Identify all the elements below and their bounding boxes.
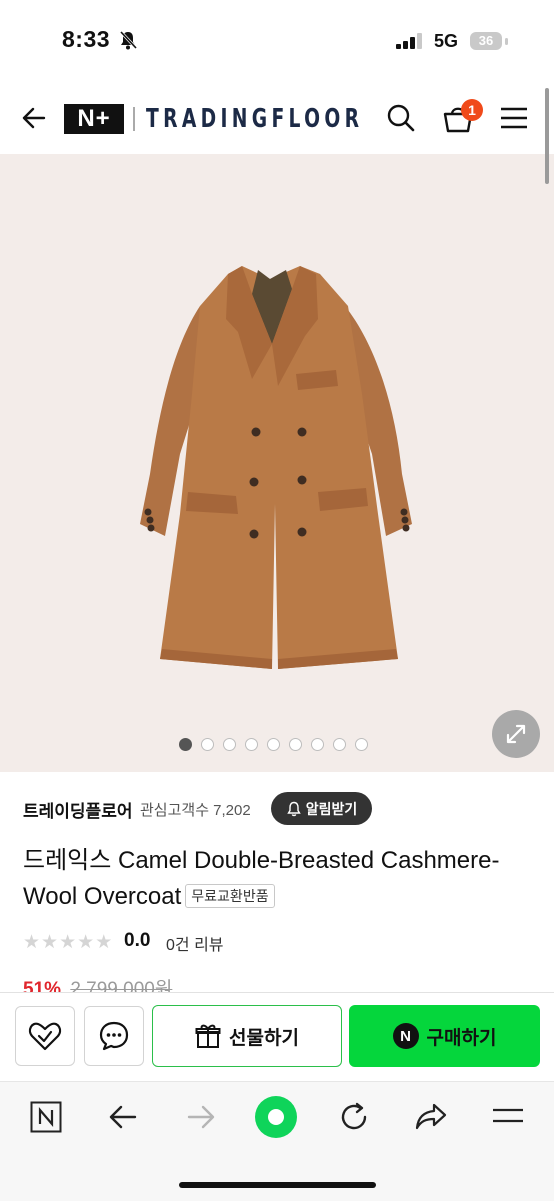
- coat-image: [140, 266, 412, 669]
- notify-label: 알림받기: [305, 800, 358, 817]
- naver-home-icon[interactable]: [30, 1101, 62, 1133]
- gallery-dot[interactable]: [289, 738, 302, 751]
- notify-button[interactable]: 알림받기: [271, 792, 372, 825]
- chat-bubble-icon: [99, 1021, 129, 1051]
- status-time: 8:33: [62, 26, 111, 52]
- star-icon: ★: [95, 932, 113, 953]
- buy-button[interactable]: N 구매하기: [349, 1005, 540, 1067]
- inquiry-button[interactable]: [84, 1006, 144, 1066]
- scrollbar-thumb[interactable]: [545, 88, 549, 184]
- buy-label: 구매하기: [426, 1027, 497, 1049]
- home-indicator[interactable]: [179, 1182, 376, 1188]
- star-icon: ★: [77, 932, 95, 953]
- store-name[interactable]: 트레이딩플로어: [23, 797, 132, 822]
- rating-value: 0.0: [124, 930, 151, 951]
- gallery-dot[interactable]: [201, 738, 214, 751]
- expand-arrows-icon: [506, 724, 526, 744]
- gift-icon: [195, 1024, 221, 1048]
- naver-green-dot-icon[interactable]: [255, 1096, 297, 1138]
- battery-level: 36: [478, 33, 494, 48]
- review-count[interactable]: 0건 리뷰: [166, 931, 224, 955]
- gift-label: 선물하기: [229, 1027, 299, 1049]
- refresh-icon[interactable]: [338, 1101, 370, 1133]
- gallery-dot[interactable]: [179, 738, 192, 751]
- browser-back-icon[interactable]: [108, 1103, 138, 1131]
- network-type: 5G: [434, 31, 459, 51]
- gallery-dot[interactable]: [333, 738, 346, 751]
- battery-tip: [505, 38, 508, 45]
- store-logo-text[interactable]: TRADINGFLOOR: [146, 104, 363, 134]
- search-icon[interactable]: [386, 103, 416, 133]
- browser-menu-icon[interactable]: [492, 1106, 524, 1128]
- expand-image-button[interactable]: [492, 710, 540, 758]
- gallery-dot[interactable]: [245, 738, 258, 751]
- browser-forward-icon[interactable]: [186, 1103, 216, 1131]
- star-icon: ★: [23, 932, 41, 953]
- gallery-dot[interactable]: [267, 738, 280, 751]
- gift-button[interactable]: 선물하기: [152, 1005, 342, 1067]
- product-image-gallery[interactable]: [0, 154, 554, 772]
- store-followers: 관심고객수 7,202: [140, 802, 251, 819]
- star-icon: ★: [41, 932, 59, 953]
- signal-icon: [396, 33, 422, 49]
- wishlist-button[interactable]: [15, 1006, 75, 1066]
- gallery-dot[interactable]: [223, 738, 236, 751]
- battery-icon: 36: [470, 32, 502, 50]
- cart-count-badge: 1: [461, 99, 483, 121]
- share-icon[interactable]: [414, 1102, 448, 1132]
- free-return-tag: 무료교환반품: [185, 884, 275, 908]
- gallery-pagination[interactable]: [179, 738, 368, 751]
- menu-icon[interactable]: [500, 106, 528, 130]
- naver-pay-badge: N: [392, 1023, 419, 1049]
- bell-muted-icon: [119, 30, 138, 50]
- rating-stars: ★ ★ ★ ★ ★: [23, 931, 112, 954]
- gallery-dot[interactable]: [355, 738, 368, 751]
- logo-divider: [133, 107, 135, 131]
- logo-badge[interactable]: N+: [64, 104, 124, 134]
- back-arrow-icon[interactable]: [20, 104, 48, 132]
- product-title-block: 드레익스 Camel Double-Breasted Cashmere-Wool…: [23, 843, 543, 915]
- bell-plus-icon: [286, 801, 301, 816]
- gallery-dot[interactable]: [311, 738, 324, 751]
- heart-check-icon: [28, 1022, 62, 1051]
- star-icon: ★: [59, 932, 77, 953]
